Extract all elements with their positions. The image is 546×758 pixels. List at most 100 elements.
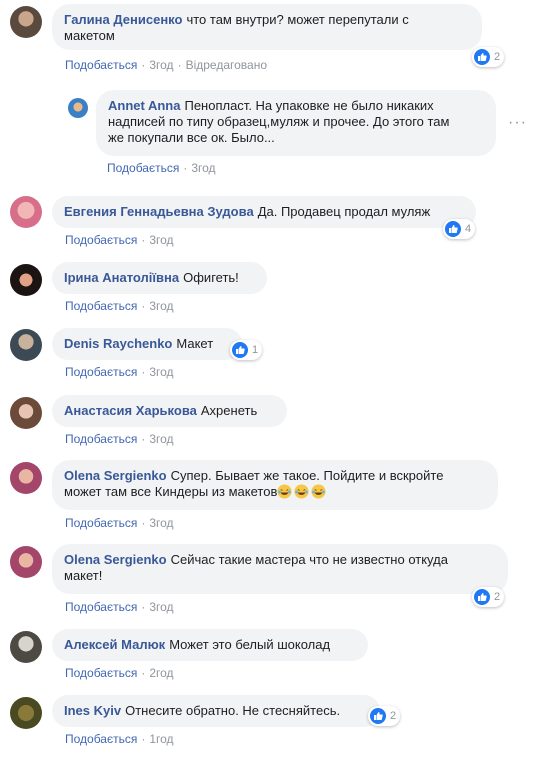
comment-meta: Подобається · 3год · Відредаговано	[65, 58, 267, 72]
timestamp[interactable]: 3год	[149, 516, 173, 530]
reaction-count[interactable]: 1	[230, 340, 263, 360]
comment-text: надписей по типу образец,муляж и прочее.…	[108, 114, 450, 129]
comment-text: Да. Продавец продал муляж	[257, 204, 431, 219]
like-link[interactable]: Подобається	[107, 161, 179, 175]
edited-label[interactable]: Відредаговано	[186, 58, 267, 72]
avatar[interactable]	[10, 631, 42, 663]
separator: ·	[141, 299, 146, 313]
comment-meta: Подобається · 3год	[65, 299, 174, 313]
reaction-count[interactable]: 2	[472, 587, 505, 607]
separator: ·	[141, 233, 146, 247]
commenter-name[interactable]: Olena Sergienko	[64, 468, 167, 483]
avatar[interactable]	[10, 397, 42, 429]
reaction-count[interactable]: 2	[472, 47, 505, 67]
avatar[interactable]	[10, 697, 42, 729]
avatar[interactable]	[10, 462, 42, 494]
comment-meta: Подобається · 3год	[107, 161, 216, 175]
timestamp[interactable]: 2год	[149, 666, 173, 680]
comment-text: может там все Киндеры из макетов	[64, 484, 278, 499]
like-link[interactable]: Подобається	[65, 233, 137, 247]
reaction-number: 2	[390, 710, 397, 722]
timestamp[interactable]: 1год	[149, 732, 173, 746]
commenter-name[interactable]: Ірина Анатоліївна	[64, 270, 179, 285]
separator: ·	[141, 432, 146, 446]
reaction-count[interactable]: 2	[368, 706, 401, 726]
timestamp[interactable]: 3год	[149, 58, 173, 72]
separator: ·	[141, 732, 146, 746]
comment-text: Сейчас такие мастера что не известно отк…	[170, 552, 448, 567]
comment-bubble: Евгения Геннадьевна Зудова Да. Продавец п…	[52, 196, 476, 228]
avatar[interactable]	[10, 196, 42, 228]
comment-bubble: Annet Anna Пенопласт. На упаковке не было…	[96, 90, 496, 156]
separator: ·	[141, 365, 146, 379]
comment-text: Может это белый шоколад	[169, 637, 331, 652]
like-link[interactable]: Подобається	[65, 299, 137, 313]
comment-bubble: Ірина Анатоліївна Офигеть!	[52, 262, 267, 294]
reaction-number: 4	[465, 223, 472, 235]
like-link[interactable]: Подобається	[65, 516, 137, 530]
like-link[interactable]: Подобається	[65, 600, 137, 614]
comment-text: макетом	[64, 28, 115, 43]
comment-bubble: Ines Kyiv Отнесите обратно. Не стесняйтес…	[52, 695, 380, 727]
like-icon	[232, 342, 248, 358]
like-link[interactable]: Подобається	[65, 58, 137, 72]
comment-meta: Подобається · 1год	[65, 732, 174, 746]
like-link[interactable]: Подобається	[65, 732, 137, 746]
like-link[interactable]: Подобається	[65, 666, 137, 680]
comment-meta: Подобається · 3год	[65, 365, 174, 379]
like-link[interactable]: Подобається	[65, 365, 137, 379]
timestamp[interactable]: 3год	[149, 365, 173, 379]
comment-bubble: Галина Денисенко что там внутри? может пе…	[52, 4, 482, 50]
comment-bubble: Алексей Малюк Может это белый шоколад	[52, 629, 368, 661]
separator: ·	[177, 58, 182, 72]
timestamp[interactable]: 3год	[191, 161, 215, 175]
commenter-name[interactable]: Olena Sergienko	[64, 552, 167, 567]
avatar[interactable]	[10, 6, 42, 38]
comment-text: Супер. Бывает же такое. Пойдите и вскрой…	[170, 468, 444, 483]
timestamp[interactable]: 3год	[149, 600, 173, 614]
commenter-name[interactable]: Евгения Геннадьевна Зудова	[64, 204, 254, 219]
comment-text: макет!	[64, 568, 103, 583]
commenter-name[interactable]: Denis Raychenko	[64, 336, 172, 351]
avatar[interactable]	[10, 329, 42, 361]
separator: ·	[183, 161, 188, 175]
timestamp[interactable]: 3год	[149, 299, 173, 313]
comment-text: Макет	[176, 336, 214, 351]
comment-meta: Подобається · 3год	[65, 233, 174, 247]
separator: ·	[141, 58, 146, 72]
timestamp[interactable]: 3год	[149, 233, 173, 247]
like-link[interactable]: Подобається	[65, 432, 137, 446]
comment-meta: Подобається · 3год	[65, 432, 174, 446]
timestamp[interactable]: 3год	[149, 432, 173, 446]
laughing-tears-emoji-icon	[277, 484, 328, 499]
avatar[interactable]	[10, 264, 42, 296]
commenter-name[interactable]: Алексей Малюк	[64, 637, 165, 652]
comment-bubble: Olena Sergienko Супер. Бывает же такое. П…	[52, 460, 498, 510]
reaction-number: 1	[252, 344, 259, 356]
separator: ·	[141, 600, 146, 614]
separator: ·	[141, 666, 146, 680]
more-options-icon[interactable]: ···	[508, 114, 527, 132]
comment-text: Пенопласт. На упаковке не было никаких	[184, 98, 434, 113]
comment-bubble: Olena Sergienko Сейчас такие мастера что …	[52, 544, 508, 594]
reaction-number: 2	[494, 591, 501, 603]
like-icon	[445, 221, 461, 237]
comment-meta: Подобається · 3год	[65, 600, 174, 614]
like-icon	[370, 708, 386, 724]
like-icon	[474, 49, 490, 65]
comment-text: Офигеть!	[183, 270, 239, 285]
comment-meta: Подобається · 3год	[65, 516, 174, 530]
reaction-number: 2	[494, 51, 501, 63]
avatar[interactable]	[68, 98, 88, 118]
comment-text: что там внутри? может перепутали с	[186, 12, 409, 27]
comment-bubble: Анастасия Харькова Ахренеть	[52, 395, 287, 427]
commenter-name[interactable]: Ines Kyiv	[64, 703, 121, 718]
commenter-name[interactable]: Annet Anna	[108, 98, 180, 113]
reaction-count[interactable]: 4	[443, 219, 476, 239]
commenter-name[interactable]: Анастасия Харькова	[64, 403, 197, 418]
like-icon	[474, 589, 490, 605]
comment-bubble: Denis Raychenko Макет	[52, 328, 242, 360]
avatar[interactable]	[10, 546, 42, 578]
comment-meta: Подобається · 2год	[65, 666, 174, 680]
commenter-name[interactable]: Галина Денисенко	[64, 12, 182, 27]
